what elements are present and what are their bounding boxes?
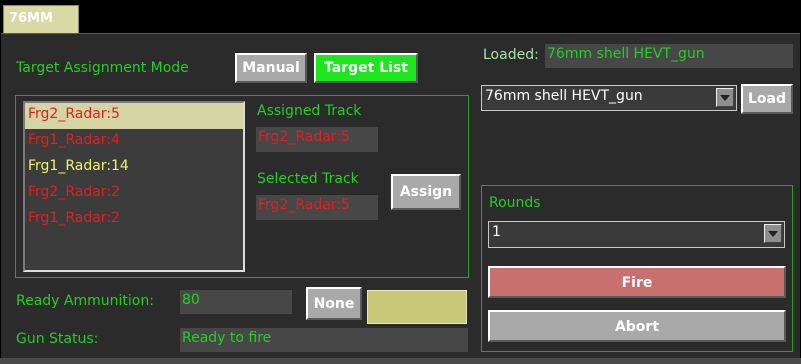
ammo-color-swatch	[367, 290, 467, 324]
manual-button[interactable]: Manual	[235, 53, 307, 83]
loaded-value-field: 76mm shell HEVT_gun	[545, 44, 793, 68]
chevron-down-icon[interactable]	[764, 224, 782, 243]
target-assignment-mode-label: Target Assignment Mode	[16, 60, 189, 76]
track-list-item[interactable]: Frg1_Radar:2	[25, 207, 243, 233]
tab-bar: 76MM	[0, 0, 801, 34]
fire-button[interactable]: Fire	[488, 266, 786, 298]
gun-status-label: Gun Status:	[16, 331, 99, 347]
assigned-track-field: Frg2_Radar:5	[256, 127, 378, 152]
rounds-combo-value: 1	[492, 224, 501, 240]
rounds-combo[interactable]: 1	[488, 221, 785, 248]
target-list-button[interactable]: Target List	[314, 53, 418, 83]
none-button[interactable]: None	[306, 287, 362, 320]
selected-track-field: Frg2_Radar:5	[256, 195, 378, 220]
track-list-item[interactable]: Frg2_Radar:2	[25, 181, 243, 207]
track-list-item[interactable]: Frg2_Radar:5	[25, 103, 243, 129]
load-button[interactable]: Load	[741, 84, 793, 114]
track-list-item[interactable]: Frg1_Radar:14	[25, 155, 243, 181]
gun-status-field: Ready to fire	[180, 328, 468, 352]
ammo-type-combo[interactable]: 76mm shell HEVT_gun	[481, 85, 737, 111]
track-list[interactable]: Frg2_Radar:5 Frg1_Radar:4 Frg1_Radar:14 …	[23, 101, 245, 272]
ready-ammunition-label: Ready Ammunition:	[16, 293, 154, 309]
assigned-track-label: Assigned Track	[257, 103, 362, 119]
rounds-label: Rounds	[489, 195, 541, 211]
bottom-strip	[0, 358, 801, 364]
ready-ammunition-field: 80	[180, 290, 292, 314]
abort-button[interactable]: Abort	[488, 310, 786, 342]
selected-track-label: Selected Track	[257, 171, 359, 187]
assign-button[interactable]: Assign	[391, 174, 461, 210]
chevron-down-icon[interactable]	[716, 88, 734, 107]
track-list-item[interactable]: Frg1_Radar:4	[25, 129, 243, 155]
ammo-type-combo-value: 76mm shell HEVT_gun	[485, 88, 643, 104]
loaded-label: Loaded:	[483, 47, 539, 63]
tab-76mm[interactable]: 76MM	[3, 5, 79, 34]
